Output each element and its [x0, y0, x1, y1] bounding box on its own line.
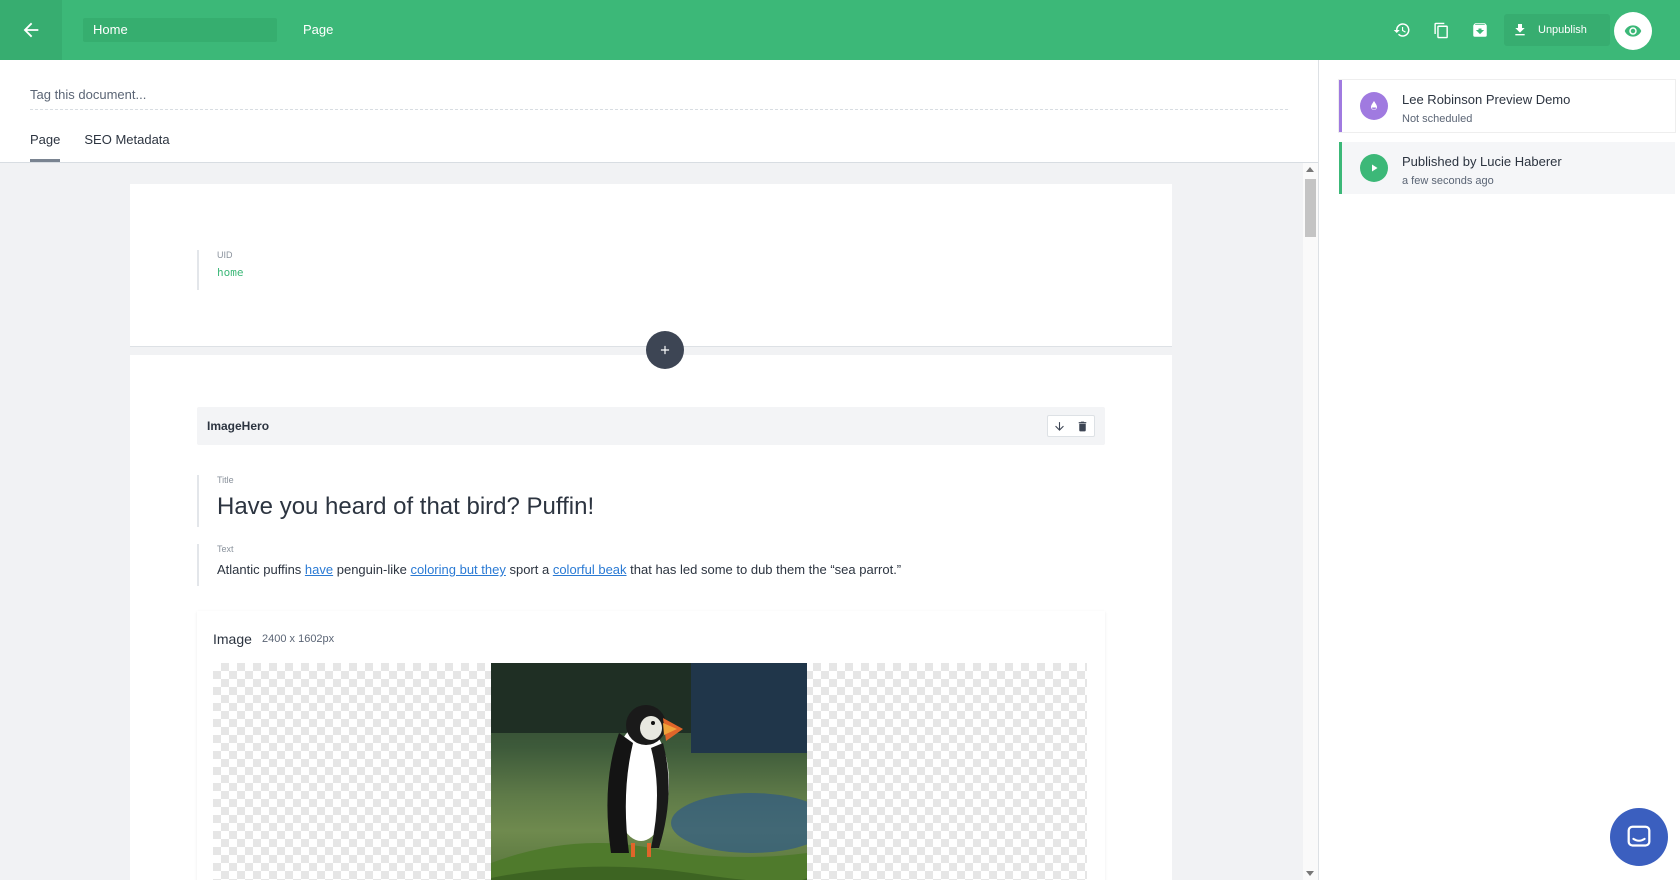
- top-bar: Home Page Unpublish: [0, 0, 1680, 60]
- back-button[interactable]: [0, 0, 62, 60]
- text-segment: Atlantic puffins: [217, 562, 305, 577]
- chat-icon: [1627, 825, 1651, 847]
- text-label: Text: [217, 544, 234, 554]
- scroll-down-arrow[interactable]: [1306, 871, 1314, 876]
- text-segment: that has led some to dub them the “sea p…: [626, 562, 902, 577]
- release-title: Lee Robinson Preview Demo: [1402, 92, 1571, 107]
- puffin-photo: [491, 663, 807, 880]
- image-label: Image: [213, 631, 252, 647]
- release-icon: [1360, 92, 1388, 120]
- text-segment: penguin-like: [333, 562, 411, 577]
- image-dimensions: 2400 x 1602px: [262, 633, 335, 645]
- uid-value[interactable]: home: [217, 266, 244, 279]
- published-icon: [1360, 154, 1388, 182]
- slice-actions: [1047, 415, 1095, 437]
- unpublish-label: Unpublish: [1538, 24, 1587, 36]
- eye-icon: [1624, 25, 1642, 37]
- text-field: Text Atlantic puffins have penguin-like …: [197, 544, 901, 586]
- plus-icon: [660, 345, 670, 355]
- text-link-coloring[interactable]: coloring but they: [410, 562, 505, 577]
- document-type: Page: [303, 22, 334, 37]
- duplicate-button[interactable]: [1429, 18, 1453, 42]
- slice-card: ImageHero Title Have you heard of that b…: [130, 355, 1172, 880]
- scroll-up-arrow[interactable]: [1306, 167, 1314, 172]
- copy-icon: [1433, 22, 1448, 38]
- arrow-left-icon: [23, 22, 39, 38]
- text-link-colorful-beak[interactable]: colorful beak: [553, 562, 627, 577]
- trash-icon: [1078, 421, 1087, 431]
- play-icon: [1372, 164, 1378, 172]
- editor-panel: Page SEO Metadata UID home ImageHero: [0, 60, 1318, 880]
- slice-name: ImageHero: [207, 419, 270, 433]
- slice-header: ImageHero: [197, 407, 1105, 445]
- release-card[interactable]: Lee Robinson Preview Demo Not scheduled: [1339, 80, 1675, 132]
- uid-label: UID: [217, 250, 233, 260]
- text-link-have[interactable]: have: [305, 562, 333, 577]
- download-icon: [1515, 24, 1525, 36]
- editor-tabs: Page SEO Metadata: [30, 133, 170, 162]
- static-fields-card: UID home: [130, 184, 1172, 347]
- title-label: Title: [217, 475, 234, 485]
- editor-scrollbar[interactable]: [1303, 163, 1318, 880]
- preview-button[interactable]: [1614, 12, 1652, 50]
- document-name[interactable]: Home: [83, 18, 277, 42]
- unpublish-button[interactable]: Unpublish: [1504, 14, 1610, 46]
- scroll-thumb[interactable]: [1305, 179, 1316, 237]
- published-title: Published by Lucie Haberer: [1402, 154, 1562, 169]
- release-status: Not scheduled: [1402, 113, 1473, 125]
- text-value[interactable]: Atlantic puffins have penguin-like color…: [217, 562, 901, 577]
- delete-slice-button[interactable]: [1076, 420, 1089, 433]
- tab-seo-metadata[interactable]: SEO Metadata: [84, 133, 169, 162]
- history-icon: [1393, 23, 1410, 37]
- uid-field: UID home: [197, 250, 244, 290]
- puffin-illustration: [491, 663, 807, 880]
- image-field: Image 2400 x 1602px: [197, 611, 1105, 880]
- title-value[interactable]: Have you heard of that bird? Puffin!: [217, 493, 594, 521]
- archive-icon: [1473, 23, 1487, 37]
- history-button[interactable]: [1390, 18, 1414, 42]
- published-time: a few seconds ago: [1402, 175, 1494, 187]
- published-card[interactable]: Published by Lucie Haberer a few seconds…: [1339, 142, 1675, 194]
- releases-sidebar: Lee Robinson Preview Demo Not scheduled …: [1318, 60, 1680, 880]
- add-slice-button[interactable]: [646, 331, 684, 369]
- tab-page[interactable]: Page: [30, 133, 61, 162]
- editor-canvas: UID home ImageHero Title Have you heard: [0, 163, 1303, 880]
- drop-icon: [1371, 101, 1377, 110]
- text-segment: sport a: [505, 562, 553, 577]
- move-down-button[interactable]: [1053, 420, 1066, 433]
- image-dropzone[interactable]: [213, 663, 1087, 880]
- chat-launcher-button[interactable]: [1610, 808, 1668, 866]
- tag-input[interactable]: [30, 80, 1288, 110]
- arrow-down-icon: [1055, 421, 1064, 431]
- title-field: Title Have you heard of that bird? Puffi…: [197, 475, 594, 527]
- archive-button[interactable]: [1468, 18, 1492, 42]
